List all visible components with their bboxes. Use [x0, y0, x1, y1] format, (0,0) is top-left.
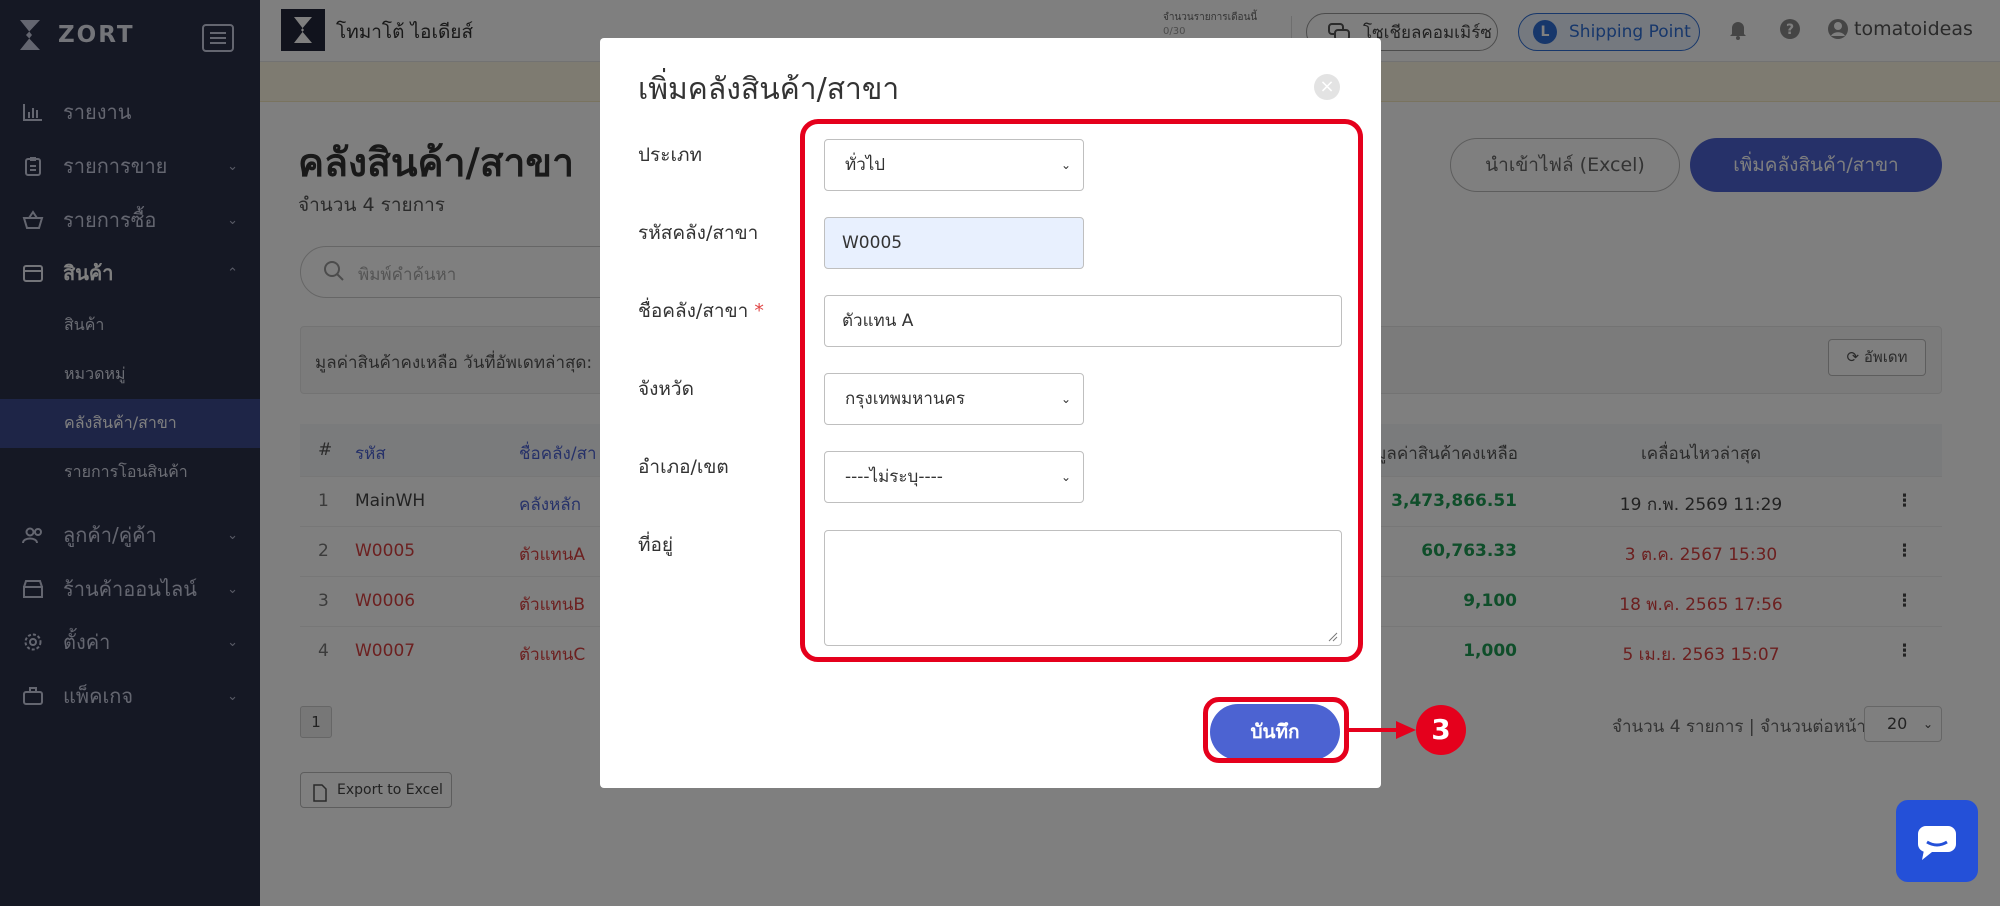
form-highlight-box	[800, 119, 1363, 662]
modal-title: เพิ่มคลังสินค้า/สาขา	[638, 72, 900, 107]
chat-icon	[1918, 826, 1956, 860]
district-label: อำเภอ/เขต	[638, 456, 729, 478]
required-marker: *	[754, 300, 764, 322]
name-label-text: ชื่อคลัง/สาขา	[638, 300, 749, 322]
app: ZORT รายงาน รายการขาย ⌄ รายการซื้อ ⌄	[0, 0, 2000, 906]
arrow-icon	[1348, 721, 1416, 739]
province-label: จังหวัด	[638, 378, 694, 400]
close-icon[interactable]: ×	[1314, 74, 1340, 100]
code-label: รหัสคลัง/สาขา	[638, 222, 759, 244]
address-label: ที่อยู่	[638, 534, 674, 556]
save-highlight-box	[1203, 697, 1349, 763]
name-label: ชื่อคลัง/สาขา *	[638, 296, 764, 326]
chat-widget-button[interactable]	[1896, 800, 1978, 882]
type-label: ประเภท	[638, 144, 703, 166]
step-callout: 3	[1416, 705, 1466, 755]
